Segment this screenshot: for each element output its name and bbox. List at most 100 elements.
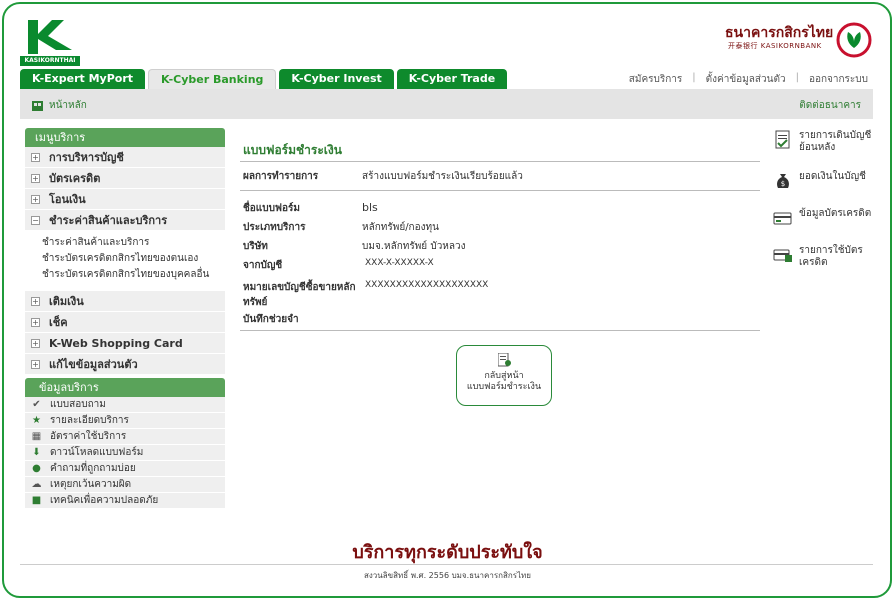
info-item-faq[interactable]: ● คำถามที่ถูกถามบ่อย: [25, 461, 225, 477]
field-label: ประเภทบริการ: [243, 222, 306, 233]
expand-icon: +: [31, 296, 40, 306]
divider: [240, 330, 760, 331]
submenu-item-pay-goods-services[interactable]: ชำระค่าสินค้าและบริการ: [25, 235, 225, 251]
field-value: XXXXXXXXXXXXXXXXXXXX: [365, 280, 489, 290]
field-row: จากบัญชี XXX-X-XXXXX-X: [240, 258, 760, 280]
collapse-icon: −: [31, 215, 40, 225]
field-value: บมจ.หลักทรัพย์ บัวหลวง: [362, 241, 466, 252]
personal-settings-link[interactable]: ตั้งค่าข้อมูลส่วนตัว: [706, 72, 786, 87]
expand-icon: +: [31, 317, 40, 327]
top-links: สมัครบริการ | ตั้งค่าข้อมูลส่วนตัว | ออก…: [629, 72, 868, 87]
checkmark-icon: ✔: [32, 399, 41, 410]
disclaimer-icon: ☁: [31, 479, 42, 490]
info-item-survey[interactable]: ✔ แบบสอบถาม: [25, 397, 225, 413]
info-item-security-tips[interactable]: ■ เทคนิคเพื่อความปลอดภัย: [25, 493, 225, 509]
sidebar-item-bill-payment[interactable]: − ชำระค่าสินค้าและบริการ: [25, 210, 225, 231]
back-button-line2: แบบฟอร์มชำระเงิน: [466, 382, 542, 392]
separator: |: [692, 72, 696, 83]
quick-link-label: รายการเดินบัญชีย้อนหลัง: [799, 130, 872, 153]
home-link[interactable]: หน้าหลัก: [32, 98, 87, 113]
tab-k-cyber-banking[interactable]: K-Cyber Banking: [148, 69, 277, 89]
field-label: หมายเลขบัญชีซื้อขายหลักทรัพย์: [243, 282, 356, 308]
sidebar-item-label: K-Web Shopping Card: [49, 336, 183, 350]
product-tabs: K-Expert MyPort K-Cyber Banking K-Cyber …: [20, 69, 508, 89]
expand-icon: +: [31, 359, 40, 369]
tab-k-cyber-invest[interactable]: K-Cyber Invest: [279, 69, 394, 89]
service-menu-header: เมนูบริการ: [25, 128, 225, 147]
sidebar-item-label: การบริหารบัญชี: [49, 151, 124, 164]
info-item-disclaimer[interactable]: ☁ เหตุยกเว้นความผิด: [25, 477, 225, 493]
sidebar-item-transfer[interactable]: + โอนเงิน: [25, 189, 225, 210]
info-item-fees[interactable]: ▦ อัตราค่าใช้บริการ: [25, 429, 225, 445]
tab-k-cyber-trade[interactable]: K-Cyber Trade: [396, 69, 508, 89]
info-item-label: ดาวน์โหลดแบบฟอร์ม: [50, 447, 144, 458]
contact-bank-link[interactable]: ติดต่อธนาคาร: [799, 98, 861, 113]
sidebar-item-cheque[interactable]: + เช็ค: [25, 312, 225, 333]
bill-payment-submenu: ชำระค่าสินค้าและบริการ ชำระบัตรเครดิตกสิ…: [25, 231, 225, 291]
sidebar-item-label: โอนเงิน: [49, 193, 86, 206]
result-value: สร้างแบบฟอร์มชำระเงินเรียบร้อยแล้ว: [362, 170, 523, 182]
quick-link-account-balance[interactable]: $ ยอดเงินในบัญชี: [773, 171, 873, 191]
document-back-icon: [497, 352, 511, 367]
calculator-icon: ▦: [31, 431, 42, 442]
statement-icon: [773, 130, 793, 150]
expand-icon: +: [31, 152, 40, 162]
result-label: ผลการทำรายการ: [243, 170, 319, 182]
sidebar-item-label: ชำระค่าสินค้าและบริการ: [49, 214, 168, 227]
lock-icon: ■: [31, 495, 42, 506]
sidebar-item-edit-profile[interactable]: + แก้ไขข้อมูลส่วนตัว: [25, 354, 225, 375]
sidebar-item-label: เติมเงิน: [49, 295, 84, 308]
field-label: ชื่อแบบฟอร์ม: [243, 203, 300, 214]
quick-link-statement[interactable]: รายการเดินบัญชีย้อนหลัง: [773, 130, 873, 154]
field-row: บริษัท บมจ.หลักทรัพย์ บัวหลวง: [240, 239, 760, 258]
bank-name-english: 开泰银行 KASIKORNBANK: [728, 42, 822, 50]
quick-link-label: รายการใช้บัตรเครดิต: [799, 245, 863, 268]
star-icon: ★: [32, 415, 41, 426]
info-item-label: อัตราค่าใช้บริการ: [50, 431, 127, 442]
expand-icon: +: [31, 173, 40, 183]
logout-link[interactable]: ออกจากระบบ: [809, 72, 868, 87]
tab-k-expert-myport[interactable]: K-Expert MyPort: [20, 69, 146, 89]
field-value: [362, 312, 760, 330]
bank-seal-icon: [836, 22, 872, 58]
info-item-label: รายละเอียดบริการ: [50, 415, 129, 426]
sidebar-item-k-web-shopping-card[interactable]: + K-Web Shopping Card: [25, 333, 225, 354]
sidebar-item-credit-card[interactable]: + บัตรเครดิต: [25, 168, 225, 189]
back-button-line1: กลับสู่หน้า: [484, 371, 524, 381]
info-item-label: คำถามที่ถูกถามบ่อย: [50, 463, 136, 474]
sidebar: เมนูบริการ + การบริหารบัญชี + บัตรเครดิต…: [25, 128, 225, 509]
field-row: ชื่อแบบฟอร์ม bls: [240, 201, 760, 220]
svg-text:$: $: [781, 180, 785, 188]
home-label: หน้าหลัก: [49, 100, 87, 111]
logo-text: KASIKORNTHAI: [20, 56, 80, 66]
footer-slogan: บริการทุกระดับประทับใจ: [352, 542, 543, 563]
card-transactions-icon: [773, 245, 793, 265]
credit-card-icon: [773, 208, 793, 228]
money-bag-icon: $: [773, 171, 793, 191]
quick-link-credit-card-transactions[interactable]: รายการใช้บัตรเครดิต: [773, 245, 873, 269]
sidebar-item-top-up[interactable]: + เติมเงิน: [25, 291, 225, 312]
field-row: บันทึกช่วยจำ: [240, 312, 760, 330]
expand-icon: +: [31, 338, 40, 348]
sidebar-item-account-management[interactable]: + การบริหารบัญชี: [25, 147, 225, 168]
separator: |: [795, 72, 799, 83]
info-item-service-details[interactable]: ★ รายละเอียดบริการ: [25, 413, 225, 429]
expand-icon: +: [31, 194, 40, 204]
field-row: ประเภทบริการ หลักทรัพย์/กองทุน: [240, 220, 760, 239]
logo-k-icon: [28, 20, 72, 54]
back-to-payment-form-button[interactable]: กลับสู่หน้า แบบฟอร์มชำระเงิน: [456, 345, 552, 406]
copyright-text: สงวนลิขสิทธิ์ พ.ศ. 2556 บมจ.ธนาคารกสิกรไ…: [363, 571, 531, 580]
info-item-download-forms[interactable]: ⬇ ดาวน์โหลดแบบฟอร์ม: [25, 445, 225, 461]
result-row: ผลการทำรายการ สร้างแบบฟอร์มชำระเงินเรียบ…: [240, 162, 760, 190]
quick-link-credit-card-info[interactable]: ข้อมูลบัตรเครดิต: [773, 208, 873, 228]
register-link[interactable]: สมัครบริการ: [629, 72, 683, 87]
service-info-header: ข้อมูลบริการ: [25, 378, 225, 397]
info-item-label: แบบสอบถาม: [50, 399, 106, 410]
field-value: bls: [362, 201, 378, 214]
field-value: หลักทรัพย์/กองทุน: [362, 222, 439, 233]
quick-links-panel: รายการเดินบัญชีย้อนหลัง $ ยอดเงินในบัญชี…: [773, 130, 873, 286]
submenu-item-pay-own-card[interactable]: ชำระบัตรเครดิตกสิกรไทยของตนเอง: [25, 251, 225, 267]
submenu-item-pay-other-card[interactable]: ชำระบัตรเครดิตกสิกรไทยของบุคคลอื่น: [25, 267, 225, 283]
info-item-label: เหตุยกเว้นความผิด: [50, 479, 132, 490]
field-label: บริษัท: [243, 241, 268, 252]
